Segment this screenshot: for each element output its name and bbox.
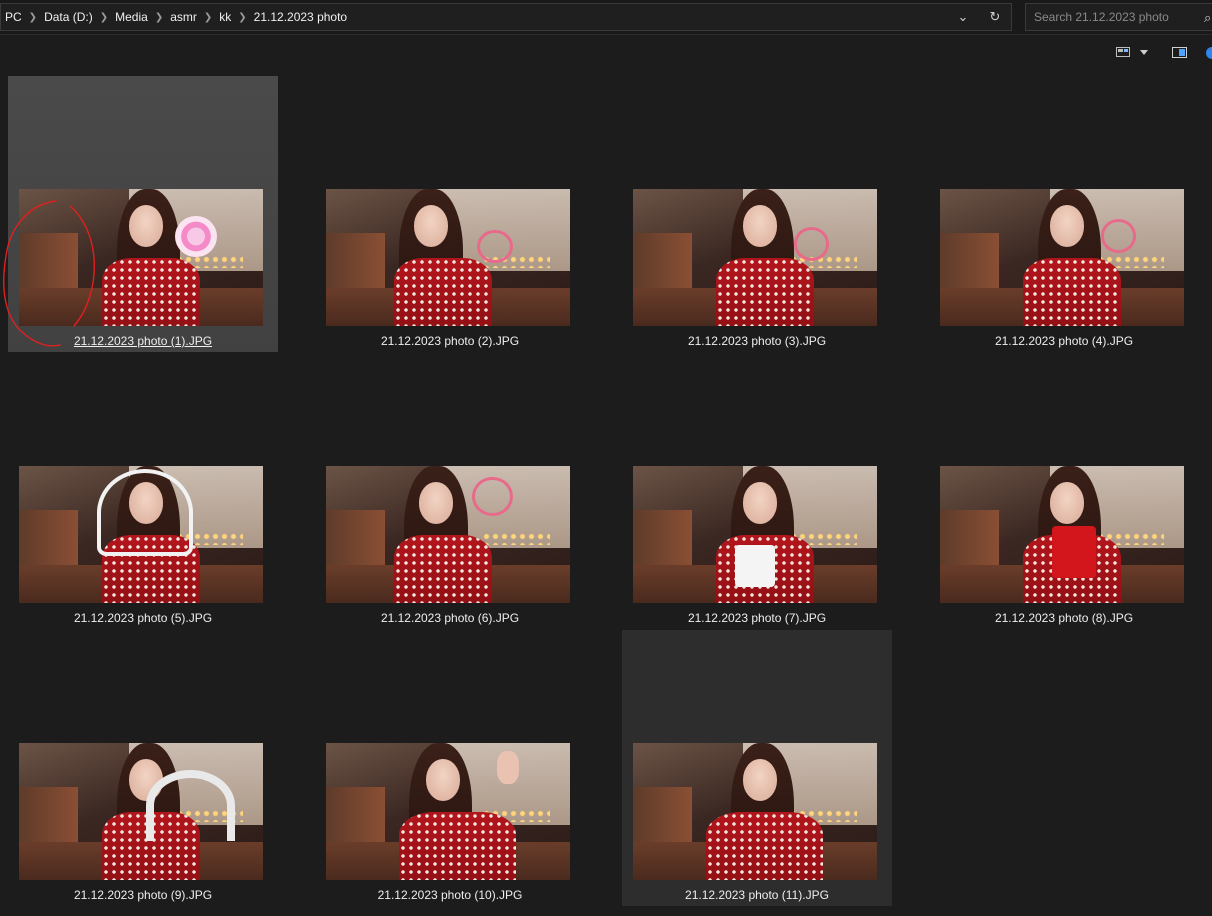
file-name[interactable]: 21.12.2023 photo (8).JPG (929, 611, 1199, 625)
file-tile[interactable]: 21.12.2023 photo (5).JPG (8, 353, 278, 629)
breadcrumb-kk[interactable]: kk (216, 10, 234, 24)
breadcrumb-data-d[interactable]: Data (D:) (41, 10, 96, 24)
chevron-right-icon[interactable]: ❯ (200, 12, 216, 23)
file-tile[interactable]: 21.12.2023 photo (6).JPG (315, 353, 585, 629)
file-tile[interactable]: 21.12.2023 photo (7).JPG (622, 353, 892, 629)
file-name[interactable]: 21.12.2023 photo (4).JPG (929, 334, 1199, 348)
chevron-right-icon[interactable]: ❯ (234, 12, 250, 23)
image-thumbnail (633, 189, 877, 326)
file-name[interactable]: 21.12.2023 photo (1).JPG (8, 334, 278, 348)
image-thumbnail (19, 743, 263, 880)
breadcrumb-asmr[interactable]: asmr (167, 10, 200, 24)
breadcrumb-media[interactable]: Media (112, 10, 151, 24)
file-name[interactable]: 21.12.2023 photo (2).JPG (315, 334, 585, 348)
file-grid: 21.12.2023 photo (1).JPG 21.12.2023 phot… (0, 69, 1212, 916)
info-icon[interactable] (1206, 47, 1212, 59)
search-box[interactable]: ⌕ (1025, 3, 1212, 31)
toolbar (0, 35, 1212, 69)
details-pane-icon[interactable] (1172, 47, 1187, 58)
address-bar-row: PC ❯ Data (D:) ❯ Media ❯ asmr ❯ kk ❯ 21.… (0, 0, 1212, 35)
file-name[interactable]: 21.12.2023 photo (10).JPG (315, 888, 585, 902)
refresh-icon[interactable]: ↻ (979, 4, 1011, 30)
image-thumbnail (19, 466, 263, 603)
file-name[interactable]: 21.12.2023 photo (5).JPG (8, 611, 278, 625)
breadcrumb[interactable]: PC ❯ Data (D:) ❯ Media ❯ asmr ❯ kk ❯ 21.… (0, 3, 1012, 31)
file-tile[interactable]: 21.12.2023 photo (2).JPG (315, 76, 585, 352)
file-tile[interactable]: 21.12.2023 photo (4).JPG (929, 76, 1199, 352)
chevron-right-icon[interactable]: ❯ (151, 12, 167, 23)
image-thumbnail (940, 189, 1184, 326)
image-thumbnail (326, 743, 570, 880)
image-thumbnail (19, 189, 263, 326)
image-thumbnail (633, 466, 877, 603)
image-thumbnail (633, 743, 877, 880)
search-icon[interactable]: ⌕ (1204, 10, 1211, 26)
file-tile[interactable]: 21.12.2023 photo (11).JPG (622, 630, 892, 906)
file-name[interactable]: 21.12.2023 photo (7).JPG (622, 611, 892, 625)
search-input[interactable] (1026, 9, 1196, 25)
image-thumbnail (326, 466, 570, 603)
chevron-down-icon[interactable]: ⌄ (947, 4, 979, 30)
file-name[interactable]: 21.12.2023 photo (9).JPG (8, 888, 278, 902)
chevron-right-icon[interactable]: ❯ (25, 12, 41, 23)
breadcrumb-pc[interactable]: PC (1, 10, 25, 24)
file-name[interactable]: 21.12.2023 photo (11).JPG (622, 888, 892, 902)
breadcrumb-current-folder[interactable]: 21.12.2023 photo (251, 10, 350, 24)
file-tile[interactable]: 21.12.2023 photo (9).JPG (8, 630, 278, 906)
image-thumbnail (326, 189, 570, 326)
file-tile[interactable]: 21.12.2023 photo (3).JPG (622, 76, 892, 352)
view-options-button[interactable] (1116, 47, 1148, 57)
caret-down-icon (1140, 49, 1148, 55)
file-name[interactable]: 21.12.2023 photo (3).JPG (622, 334, 892, 348)
chevron-right-icon[interactable]: ❯ (96, 12, 112, 23)
image-thumbnail (940, 466, 1184, 603)
view-options-icon (1116, 47, 1130, 57)
file-tile[interactable]: 21.12.2023 photo (1).JPG (8, 76, 278, 352)
address-actions: ⌄ ↻ (947, 4, 1011, 30)
file-name[interactable]: 21.12.2023 photo (6).JPG (315, 611, 585, 625)
file-tile[interactable]: 21.12.2023 photo (8).JPG (929, 353, 1199, 629)
file-tile[interactable]: 21.12.2023 photo (10).JPG (315, 630, 585, 906)
